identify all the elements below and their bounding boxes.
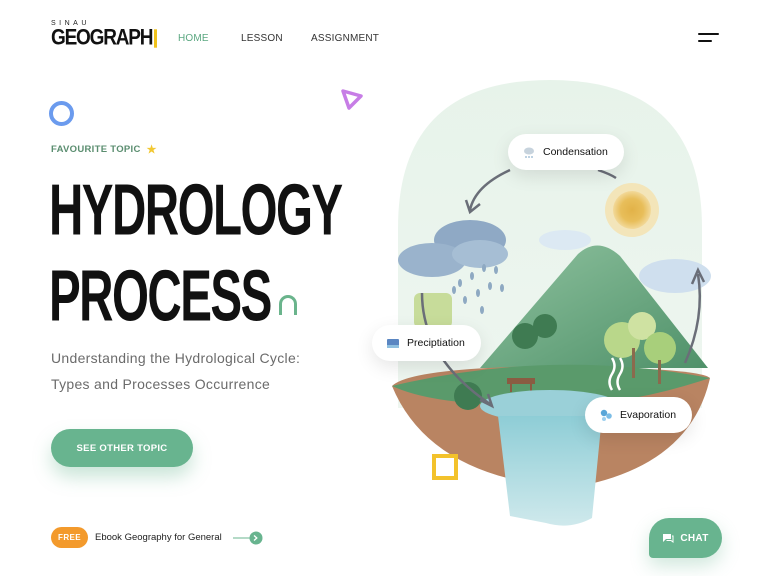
ebook-link-text[interactable]: Ebook Geography for General: [95, 532, 222, 543]
hero-subtitle: Understanding the Hydrological Cycle: Ty…: [51, 350, 301, 392]
sun: [613, 191, 651, 229]
cloud-icon: [524, 147, 534, 158]
chat-button[interactable]: CHAT: [649, 518, 722, 558]
arrow-right-icon[interactable]: [233, 531, 263, 545]
rain-icon: [387, 339, 399, 348]
see-other-topic-button[interactable]: SEE OTHER TOPIC: [51, 429, 193, 467]
nav-assignment[interactable]: ASSIGNMENT: [311, 33, 379, 44]
free-ebook-promo[interactable]: FREE Ebook Geography for General: [51, 527, 263, 548]
condensation-label: Condensation: [508, 134, 624, 170]
evaporation-label: Evaporation: [585, 397, 693, 433]
yellow-square-decoration: [432, 454, 458, 480]
hydrology-illustration: Condensation Preciptiation Evaporation: [370, 78, 730, 548]
nav-home[interactable]: HOME: [178, 33, 209, 44]
chat-bubble-icon: [663, 533, 674, 543]
page-title: HYDROLOGY PROCESS: [49, 169, 343, 336]
blue-ring-decoration: [49, 101, 74, 126]
brand-logo[interactable]: SINAU GEOGRAPH: [51, 20, 158, 50]
water-drops-icon: [600, 409, 612, 421]
triangle-decoration: [341, 89, 363, 110]
favourite-topic-label: FAVOURITE TOPIC ★: [51, 144, 157, 156]
star-icon: ★: [146, 144, 157, 156]
precipitation-label: Preciptiation: [372, 325, 481, 361]
nav-lesson[interactable]: LESSON: [241, 33, 283, 44]
brand-name: GEOGRAPH: [51, 26, 158, 50]
waterfall: [498, 416, 602, 526]
brand-accent-bar: [154, 29, 158, 48]
free-badge: FREE: [51, 527, 88, 548]
hamburger-menu-icon[interactable]: [698, 33, 720, 45]
